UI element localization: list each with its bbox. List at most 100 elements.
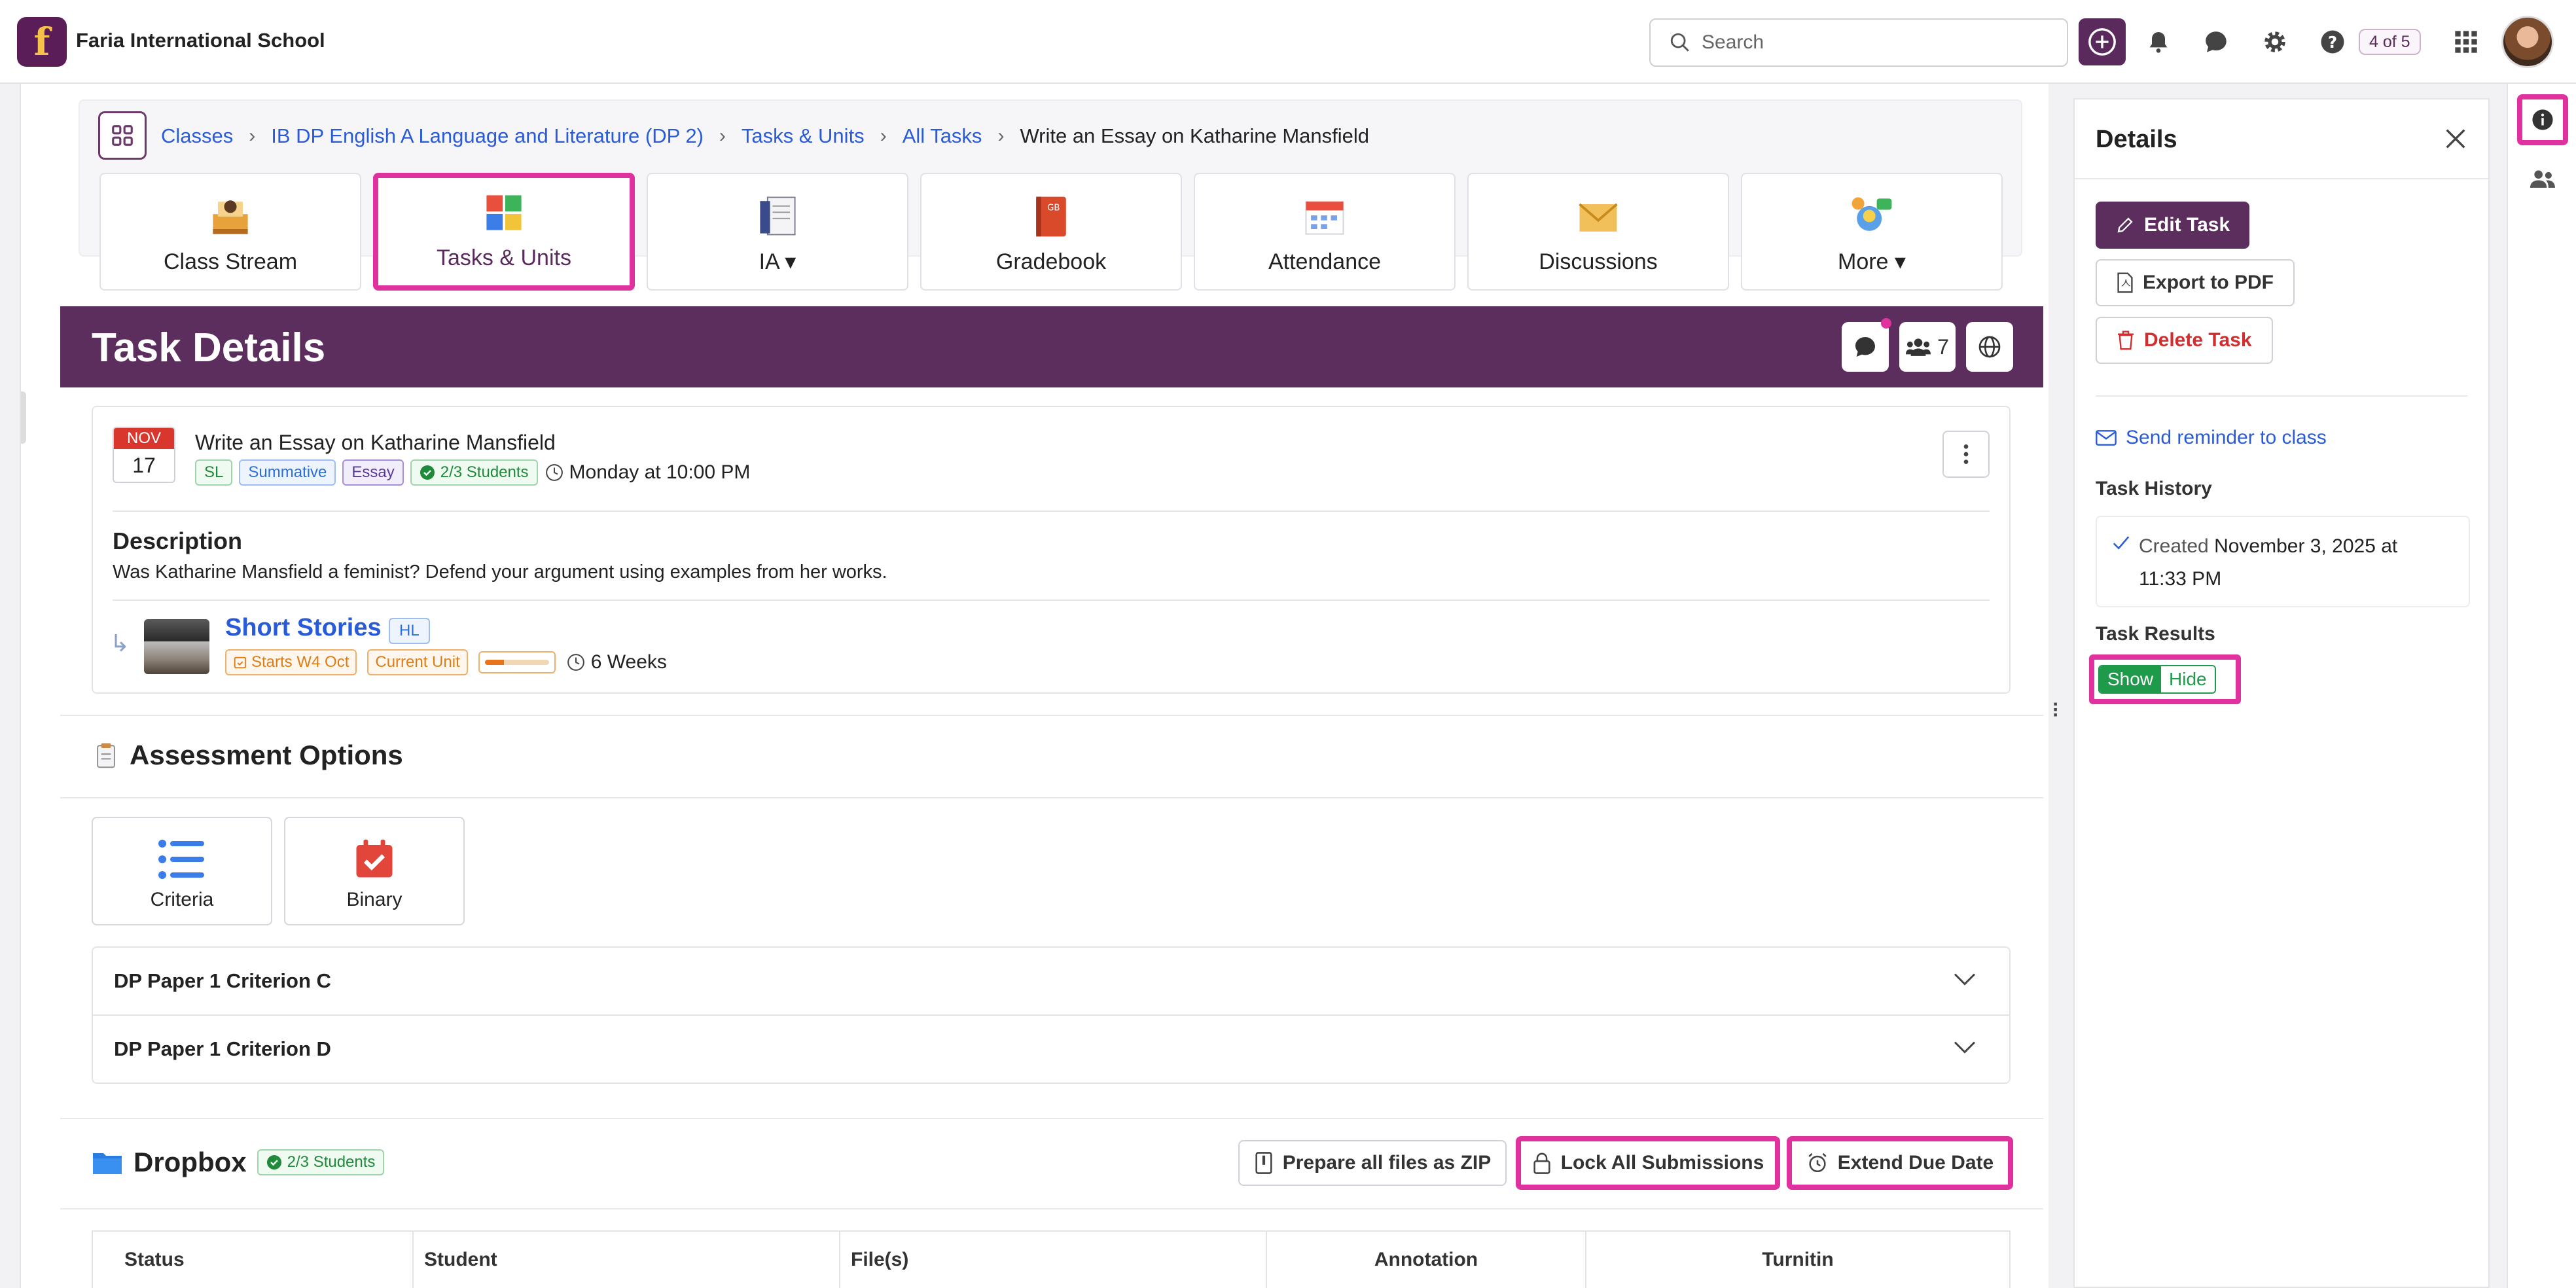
unit-thumbnail[interactable] [144, 619, 209, 674]
breadcrumb-tasks-units[interactable]: Tasks & Units [742, 124, 865, 148]
users-icon [2530, 170, 2555, 188]
divider [113, 510, 1990, 512]
prepare-zip-button[interactable]: Prepare all files as ZIP [1238, 1140, 1507, 1186]
comments-button[interactable] [1842, 318, 1891, 372]
column-status[interactable]: Status [93, 1232, 414, 1288]
clipboard-icon [97, 743, 115, 768]
created-label: Created [2139, 535, 2209, 557]
breadcrumb-classes[interactable]: Classes [161, 124, 233, 148]
due-date-badge: NOV 17 [113, 427, 175, 483]
apps-button[interactable] [2448, 24, 2484, 60]
assessment-option-binary[interactable]: Binary [284, 817, 465, 925]
tile-attendance[interactable]: Attendance [1194, 173, 1456, 291]
unit-progress [478, 651, 556, 673]
notifications-button[interactable] [2140, 24, 2177, 60]
school-logo[interactable]: f [17, 17, 67, 67]
task-results-toggle[interactable]: Show Hide [2089, 654, 2241, 704]
tile-class-stream[interactable]: Class Stream [99, 173, 361, 291]
send-reminder-link[interactable]: Send reminder to class [2096, 427, 2327, 449]
unit-meta: Starts W4 Oct Current Unit 6 Weeks [225, 649, 667, 675]
edit-task-button[interactable]: Edit Task [2096, 202, 2250, 249]
tile-label: Attendance [1268, 249, 1382, 274]
due-time: Monday at 10:00 PM [545, 461, 750, 484]
comment-icon [1855, 337, 1875, 357]
export-pdf-button[interactable]: Export to PDF [2096, 259, 2295, 306]
details-panel-button[interactable] [2517, 94, 2568, 145]
hide-results-option[interactable]: Hide [2161, 666, 2215, 692]
help-button[interactable]: ? [2314, 24, 2351, 60]
tile-gradebook[interactable]: GB Gradebook [920, 173, 1182, 291]
panel-resize-handle[interactable]: ⠇ [2051, 700, 2066, 723]
notification-dot [1881, 318, 1891, 329]
calendar-check-icon [356, 839, 393, 878]
assessment-options-heading: Assessment Options [92, 740, 403, 771]
clock-icon [567, 654, 584, 671]
task-details-banner: Task Details 7 [60, 306, 2043, 387]
svg-text:?: ? [2328, 33, 2337, 52]
section-divider [60, 797, 2043, 798]
unit-title-link[interactable]: Short Stories [225, 614, 382, 642]
members-button[interactable]: 7 [1899, 322, 1956, 372]
lock-submissions-button[interactable]: Lock All Submissions [1516, 1136, 1780, 1190]
breadcrumb-class[interactable]: IB DP English A Language and Literature … [271, 124, 704, 148]
messages-button[interactable] [2198, 24, 2234, 60]
info-icon [2532, 109, 2553, 130]
bell-icon [2149, 32, 2168, 53]
user-avatar[interactable] [2501, 16, 2554, 68]
toggle-group: Show Hide [2098, 665, 2216, 694]
breadcrumb-all-tasks[interactable]: All Tasks [903, 124, 982, 148]
tile-label: More ▾ [1838, 249, 1906, 274]
tile-label: Tasks & Units [437, 245, 571, 270]
class-stream-icon [204, 190, 257, 243]
settings-button[interactable] [2257, 24, 2293, 60]
students-panel-button[interactable] [2520, 156, 2566, 202]
check-icon [2113, 536, 2130, 550]
search-box[interactable] [1649, 18, 2068, 67]
linked-unit-arrow-icon: ↳ [110, 630, 130, 656]
class-menu-button[interactable] [98, 111, 147, 160]
tile-discussions[interactable]: Discussions [1467, 173, 1729, 291]
students-badge[interactable]: 2/3 Students [410, 459, 538, 486]
visibility-button[interactable] [1966, 322, 2013, 372]
close-details-button[interactable] [2442, 126, 2469, 155]
criterion-c-accordion[interactable]: DP Paper 1 Criterion C [92, 946, 2011, 1016]
tour-pager[interactable]: 4 of 5 [2359, 29, 2421, 55]
apps-grid-icon [2455, 31, 2477, 53]
show-results-option[interactable]: Show [2100, 666, 2162, 692]
task-options-button[interactable] [1942, 431, 1990, 478]
column-annotation[interactable]: Annotation [1267, 1232, 1586, 1288]
envelope-icon [2096, 430, 2117, 446]
created-date: November 3, 2025 at [2214, 535, 2398, 557]
list-icon [158, 840, 204, 879]
delete-task-button[interactable]: Delete Task [2096, 317, 2273, 364]
tile-tasks-units[interactable]: Tasks & Units [373, 173, 635, 291]
column-student[interactable]: Student [414, 1232, 840, 1288]
assessment-option-criteria[interactable]: Criteria [92, 817, 272, 925]
calendar-icon [1298, 190, 1351, 243]
column-files[interactable]: File(s) [840, 1232, 1267, 1288]
tile-label: IA ▾ [759, 249, 796, 274]
puzzle-icon [478, 187, 530, 239]
breadcrumb: Classes › IB DP English A Language and L… [161, 124, 1369, 148]
criterion-d-accordion[interactable]: DP Paper 1 Criterion D [92, 1014, 2011, 1084]
tile-more[interactable]: More ▾ [1741, 173, 2003, 291]
check-circle-icon [266, 1155, 281, 1170]
trash-icon [2118, 331, 2134, 350]
dropbox-students-badge[interactable]: 2/3 Students [257, 1149, 385, 1175]
section-divider [60, 715, 2043, 716]
chevron-down-icon [1954, 1041, 1976, 1054]
unit-start-badge: Starts W4 Oct [225, 649, 357, 675]
left-collapse-handle[interactable] [21, 391, 26, 444]
pdf-file-icon [2117, 272, 2133, 293]
breadcrumb-current: Write an Essay on Katharine Mansfield [1020, 124, 1370, 147]
tile-ia[interactable]: IA ▾ [647, 173, 908, 291]
column-turnitin[interactable]: Turnitin [1586, 1232, 2009, 1288]
search-input[interactable] [1702, 31, 2055, 54]
ia-notebook-icon [751, 190, 804, 242]
add-button[interactable] [2079, 18, 2126, 65]
unit-duration: 6 Weeks [566, 651, 667, 673]
extend-due-date-button[interactable]: Extend Due Date [1787, 1136, 2013, 1190]
unit-level-badge: HL [389, 618, 430, 644]
gradebook-icon: GB [1025, 190, 1077, 243]
dropbox-table-header: Status Student File(s) Annotation Turnit… [92, 1230, 2011, 1288]
